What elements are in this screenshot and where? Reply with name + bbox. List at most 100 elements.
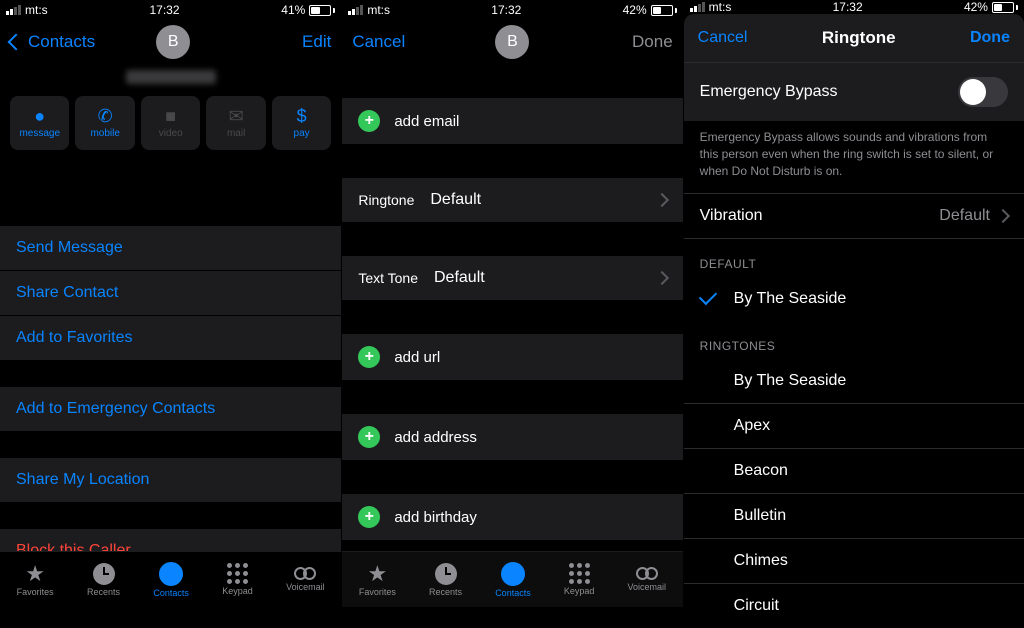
video-label: video xyxy=(159,128,183,139)
plus-icon: + xyxy=(358,110,380,132)
tab-contacts[interactable]: Contacts xyxy=(153,562,189,598)
contacts-icon xyxy=(159,562,183,586)
tab-recents[interactable]: Recents xyxy=(429,563,462,597)
texttone-row[interactable]: Text Tone Default xyxy=(342,256,682,300)
voicemail-icon xyxy=(294,567,316,580)
carrier-label: mt:s xyxy=(25,3,48,17)
ringtone-name: Bulletin xyxy=(734,507,786,524)
battery-icon xyxy=(309,5,335,16)
tab-label: Favorites xyxy=(359,587,396,597)
tab-label: Recents xyxy=(87,587,120,597)
ringtone-value: Default xyxy=(430,191,640,209)
status-bar: mt:s 17:32 42% xyxy=(684,0,1024,14)
clock-label: 17:32 xyxy=(149,3,179,17)
mobile-button[interactable]: ✆ mobile xyxy=(75,96,134,150)
clock-label: 17:32 xyxy=(833,0,863,14)
tab-label: Voicemail xyxy=(628,582,667,592)
add-email-row[interactable]: +add email xyxy=(342,98,682,144)
avatar[interactable]: B xyxy=(156,25,190,59)
tab-label: Contacts xyxy=(153,588,189,598)
tab-keypad[interactable]: Keypad xyxy=(564,563,595,596)
mail-label: mail xyxy=(227,128,245,139)
texttone-key: Text Tone xyxy=(358,270,418,286)
tab-voicemail[interactable]: Voicemail xyxy=(286,567,325,592)
block-caller-row[interactable]: Block this Caller xyxy=(0,529,341,551)
share-contact-row[interactable]: Share Contact xyxy=(0,271,341,316)
cancel-button[interactable]: Cancel xyxy=(352,32,432,52)
bypass-label: Emergency Bypass xyxy=(700,83,958,101)
keypad-icon xyxy=(227,563,248,584)
back-button[interactable]: Contacts xyxy=(10,32,95,52)
signal-icon xyxy=(690,2,705,12)
ringtone-selected[interactable]: By The Seaside xyxy=(684,277,1024,321)
ringtone-row[interactable]: Ringtone Default xyxy=(342,178,682,222)
battery-label: 42% xyxy=(964,0,988,14)
vibration-row[interactable]: Vibration Default xyxy=(684,193,1024,239)
carrier-label: mt:s xyxy=(367,3,390,17)
ringtone-option[interactable]: Bulletin xyxy=(684,493,1024,538)
sheet-nav: Cancel Ringtone Done xyxy=(684,14,1024,62)
bypass-switch[interactable] xyxy=(958,77,1008,107)
tab-voicemail[interactable]: Voicemail xyxy=(628,567,667,592)
pay-button[interactable]: $pay xyxy=(272,96,331,150)
contacts-icon xyxy=(501,562,525,586)
tab-label: Keypad xyxy=(564,586,595,596)
send-message-row[interactable]: Send Message xyxy=(0,226,341,271)
message-icon: ● xyxy=(34,107,45,125)
ringtone-option[interactable]: By The Seaside xyxy=(684,359,1024,403)
contact-name-blurred xyxy=(126,70,216,84)
ringtone-option[interactable]: Beacon xyxy=(684,448,1024,493)
sheet-title: Ringtone xyxy=(822,28,896,48)
mobile-label: mobile xyxy=(90,128,119,139)
signal-icon xyxy=(6,5,21,15)
share-location-row[interactable]: Share My Location xyxy=(0,458,341,503)
tab-favorites[interactable]: ★Favorites xyxy=(17,563,54,597)
star-icon: ★ xyxy=(25,563,45,585)
edit-button[interactable]: Edit xyxy=(251,32,331,52)
phone-edit-contact: mt:s 17:32 42% Cancel B Done +add email … xyxy=(341,0,682,607)
tab-contacts[interactable]: Contacts xyxy=(495,562,531,598)
vibration-label: Vibration xyxy=(700,207,763,225)
battery-label: 41% xyxy=(281,3,305,17)
vibration-value: Default xyxy=(939,207,990,225)
content-area: Send Message Share Contact Add to Favori… xyxy=(0,164,341,551)
clock-icon xyxy=(435,563,457,585)
ringtone-option[interactable]: Chimes xyxy=(684,538,1024,583)
check-icon xyxy=(698,287,716,305)
tab-favorites[interactable]: ★Favorites xyxy=(359,563,396,597)
tab-recents[interactable]: Recents xyxy=(87,563,120,597)
ringtone-option[interactable]: Apex xyxy=(684,403,1024,448)
tab-label: Recents xyxy=(429,587,462,597)
add-favorites-row[interactable]: Add to Favorites xyxy=(0,316,341,361)
pay-label: pay xyxy=(294,128,310,139)
bypass-description: Emergency Bypass allows sounds and vibra… xyxy=(684,121,1024,193)
status-bar: mt:s 17:32 42% xyxy=(342,0,682,20)
add-birthday-label: add birthday xyxy=(394,509,477,526)
tab-keypad[interactable]: Keypad xyxy=(222,563,253,596)
done-button[interactable]: Done xyxy=(970,29,1010,47)
battery-icon xyxy=(651,5,677,16)
section-header-ringtones: RINGTONES xyxy=(684,321,1024,359)
message-button[interactable]: ●message xyxy=(10,96,69,150)
quick-actions-row: ●message ✆ mobile ■ video ✉mail $pay xyxy=(0,96,341,164)
emergency-bypass-row[interactable]: Emergency Bypass xyxy=(684,62,1024,121)
chevron-right-icon xyxy=(655,271,669,285)
plus-icon: + xyxy=(358,346,380,368)
plus-icon: + xyxy=(358,426,380,448)
add-address-row[interactable]: +add address xyxy=(342,414,682,460)
nav-bar: Cancel B Done xyxy=(342,20,682,64)
ringtone-name: By The Seaside xyxy=(734,290,847,307)
ringtone-option[interactable]: Circuit xyxy=(684,583,1024,628)
add-url-row[interactable]: + add url xyxy=(342,334,682,380)
mail-button: ✉mail xyxy=(206,96,265,150)
tab-label: Contacts xyxy=(495,588,531,598)
video-icon: ■ xyxy=(165,107,176,125)
add-url-label: add url xyxy=(394,349,440,366)
add-birthday-row[interactable]: +add birthday xyxy=(342,494,682,540)
avatar[interactable]: B xyxy=(495,25,529,59)
cancel-button[interactable]: Cancel xyxy=(698,29,748,47)
add-emergency-row[interactable]: Add to Emergency Contacts xyxy=(0,387,341,432)
done-button[interactable]: Done xyxy=(593,32,673,52)
phone-icon: ✆ xyxy=(98,107,113,125)
content-area: +add email Ringtone Default Text Tone De… xyxy=(342,64,682,551)
